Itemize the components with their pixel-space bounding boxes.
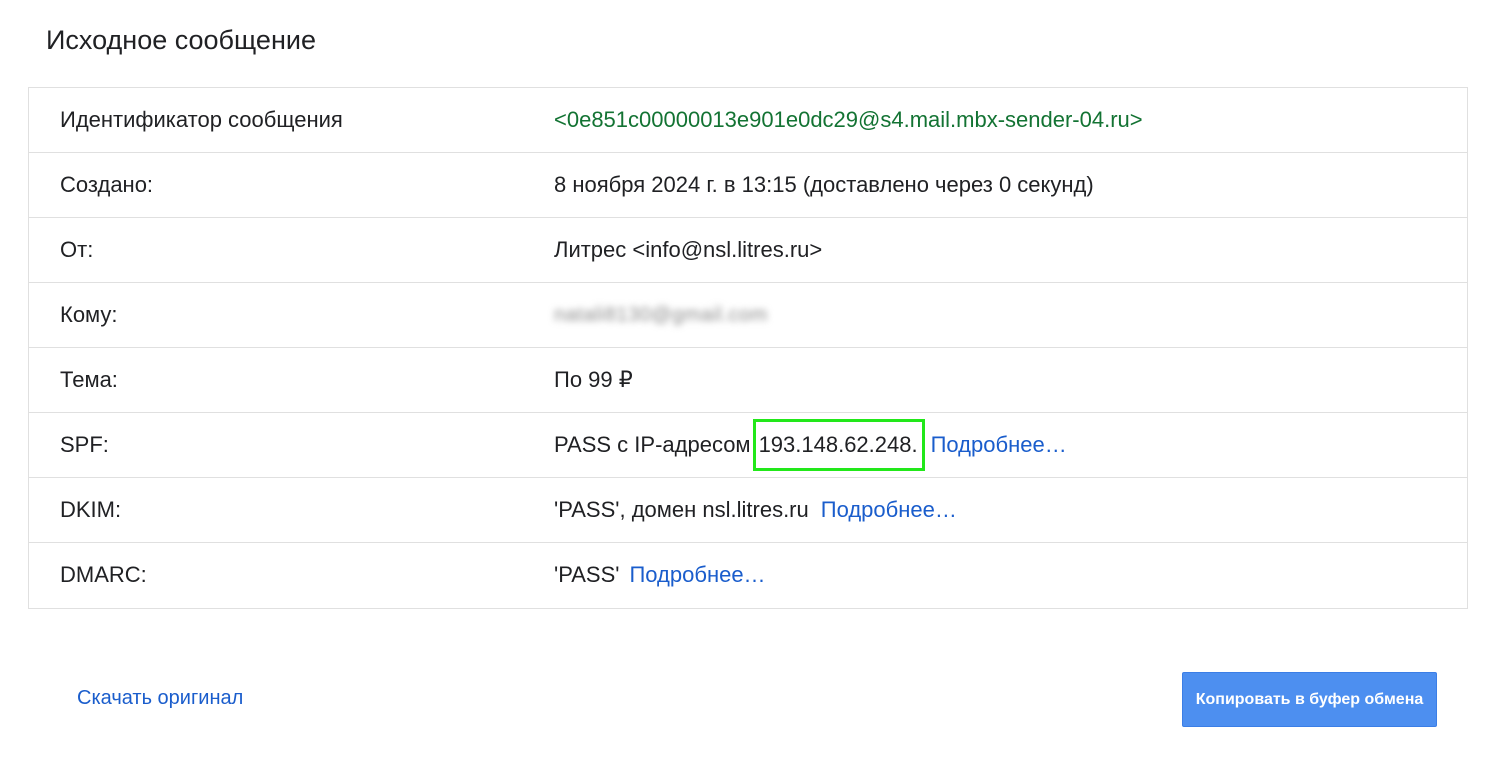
page-title: Исходное сообщение [46,25,316,55]
download-original-link[interactable]: Скачать оригинал [77,686,243,710]
dkim-value: 'PASS', домен nsl.litres.ru Подробнее… [554,478,957,542]
to-value-blurred: natali8130@gmail.com [554,304,768,326]
dkim-details-link[interactable]: Подробнее… [821,497,957,522]
created-label: Создано: [60,172,154,197]
message-info-table: Идентификатор сообщения <0e851c00000013e… [28,87,1468,609]
to-label: Кому: [60,302,118,327]
dmarc-value: 'PASS' Подробнее… [554,543,766,607]
from-label: От: [60,237,94,262]
spf-status-text: PASS с IP-адресом [554,432,751,457]
message-id-label: Идентификатор сообщения [60,107,343,132]
dmarc-status-text: 'PASS' [554,562,620,587]
created-value: 8 ноября 2024 г. в 13:15 (доставлено чер… [554,172,1094,197]
copy-to-clipboard-button[interactable]: Копировать в буфер обмена [1182,672,1437,727]
row-dmarc: DMARC: 'PASS' Подробнее… [29,543,1467,608]
spf-ip-highlight: 193.148.62.248. [752,419,925,471]
row-message-id: Идентификатор сообщения <0e851c00000013e… [29,88,1467,153]
dmarc-label: DMARC: [60,562,147,587]
message-id-value: <0e851c00000013e901e0dc29@s4.mail.mbx-se… [554,107,1143,132]
from-value: Литрес <info@nsl.litres.ru> [554,237,823,262]
spf-label: SPF: [60,432,109,457]
subject-label: Тема: [60,367,118,392]
dmarc-details-link[interactable]: Подробнее… [629,562,765,587]
dkim-label: DKIM: [60,497,122,522]
row-to: Кому: natali8130@gmail.com [29,283,1467,348]
row-from: От: Литрес <info@nsl.litres.ru> [29,218,1467,283]
row-subject: Тема: По 99 ₽ [29,348,1467,413]
row-dkim: DKIM: 'PASS', домен nsl.litres.ru Подробн… [29,478,1467,543]
dkim-status-text: 'PASS', домен nsl.litres.ru [554,497,809,522]
subject-value: По 99 ₽ [554,367,633,392]
row-created: Создано: 8 ноября 2024 г. в 13:15 (доста… [29,153,1467,218]
spf-value: PASS с IP-адресом 193.148.62.248. Подробне… [554,413,1067,477]
row-spf: SPF: PASS с IP-адресом 193.148.62.248. Под… [29,413,1467,478]
spf-details-link[interactable]: Подробнее… [931,432,1067,457]
